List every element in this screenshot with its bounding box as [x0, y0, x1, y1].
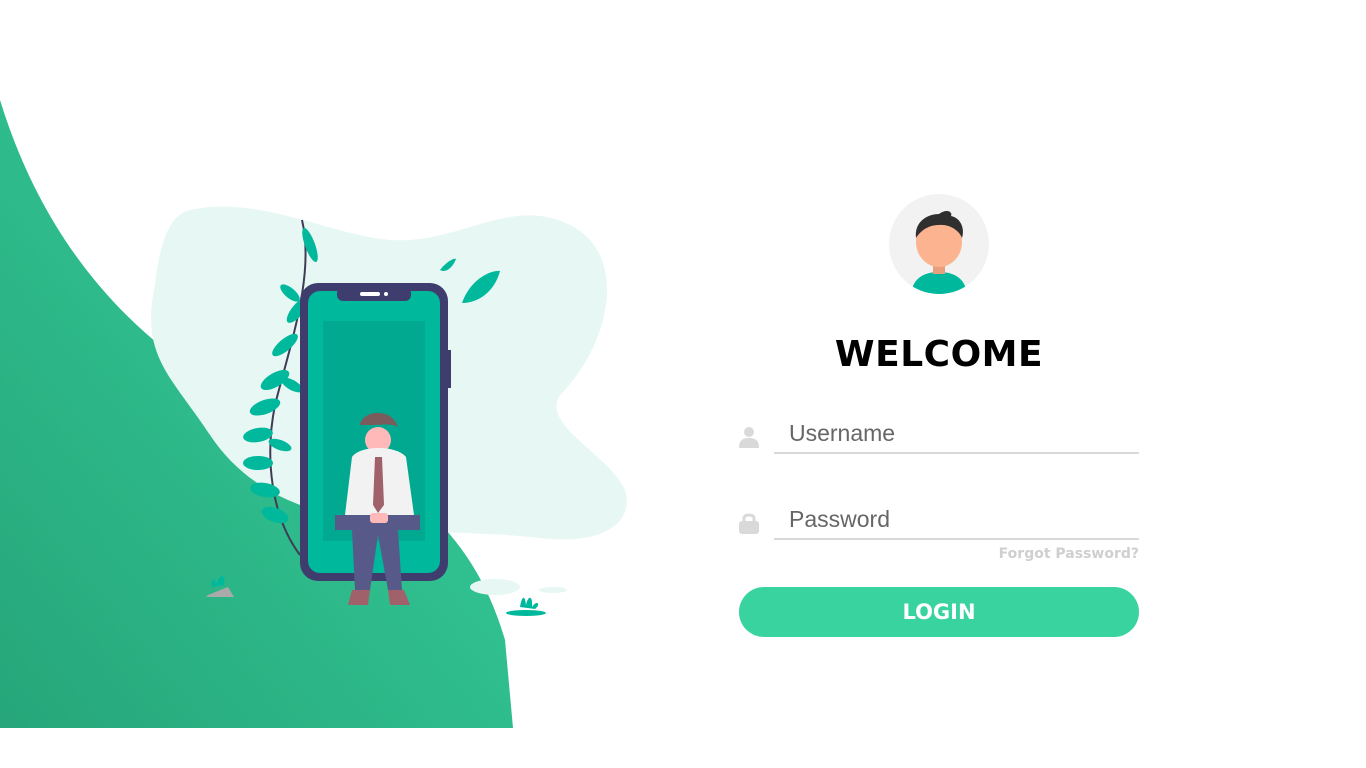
password-input[interactable]: [774, 500, 1139, 540]
forgot-password-link[interactable]: Forgot Password?: [999, 546, 1139, 562]
user-icon: [739, 427, 759, 448]
username-input[interactable]: [774, 414, 1139, 454]
lock-icon: [739, 513, 759, 534]
password-field: [739, 500, 1139, 544]
small-plant: [506, 597, 546, 616]
username-field: [739, 414, 1139, 458]
login-button[interactable]: LOGIN: [739, 587, 1139, 637]
phone-illustration: [151, 206, 627, 616]
avatar-icon: [889, 194, 989, 294]
page-title: WELCOME: [834, 334, 1044, 375]
rock: [206, 575, 234, 597]
